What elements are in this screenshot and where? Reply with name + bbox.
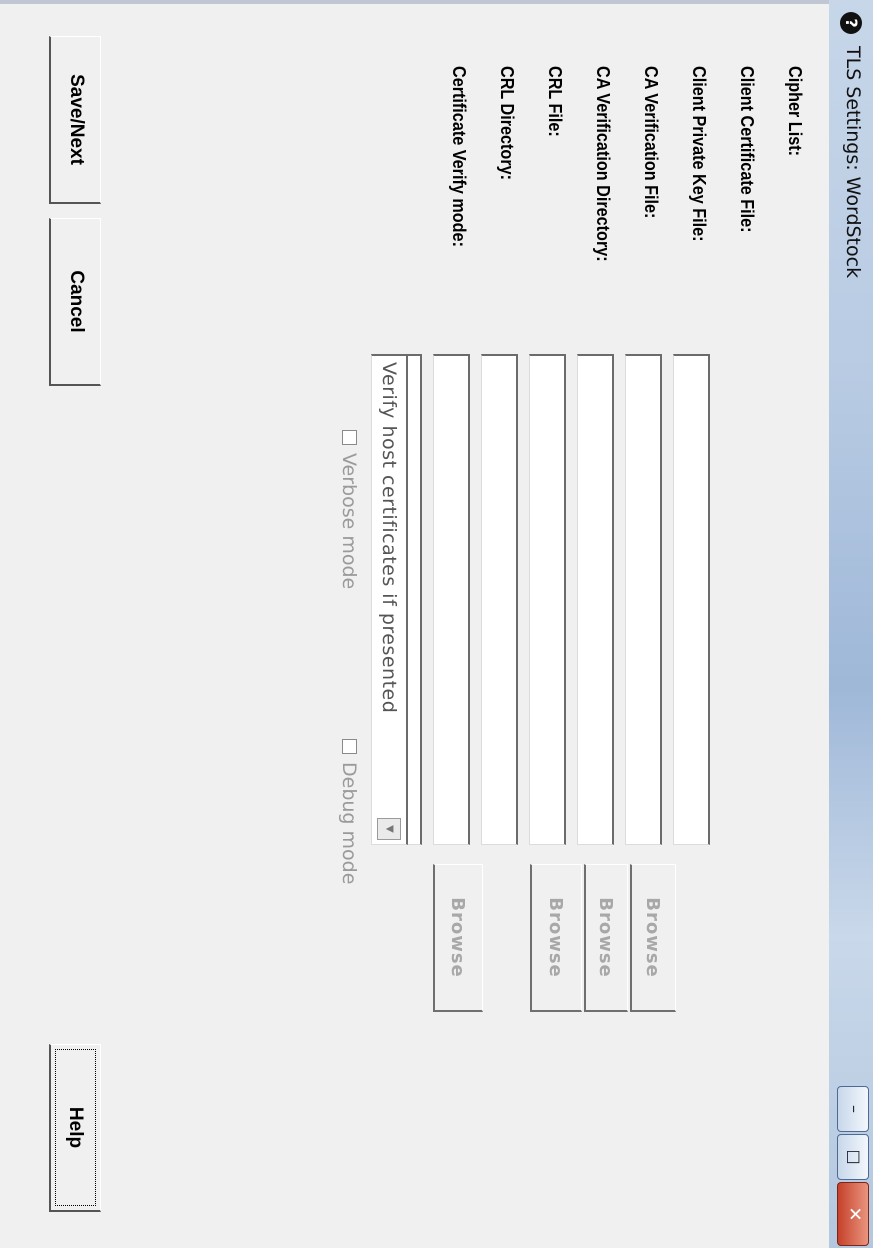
verify-mode-select[interactable]: Verify host certificates if presented ▼ [371, 354, 408, 845]
chevron-down-icon[interactable]: ▼ [377, 818, 401, 840]
ca-verification-directory-label: CA Verification Directory: [593, 66, 613, 262]
help-button[interactable]: Help [49, 1044, 101, 1212]
client-certificate-file-input[interactable] [625, 354, 662, 845]
crl-directory-label: CRL Directory: [497, 66, 517, 181]
ca-verification-file-browse-button[interactable]: Browse [530, 864, 582, 1012]
certificate-verify-mode-label: Certificate Verify mode: [449, 66, 469, 247]
cancel-button[interactable]: Cancel [49, 218, 101, 386]
client-private-key-browse-button[interactable]: Browse [584, 864, 628, 1012]
client-certificate-file-label: Client Certificate File: [737, 66, 757, 233]
close-button[interactable]: ✕ [837, 1182, 869, 1246]
minimize-button[interactable]: – [837, 1086, 869, 1132]
help-icon: ? [840, 12, 862, 34]
verify-mode-value: Verify host certificates if presented [378, 362, 400, 714]
debug-mode-label: Debug mode [338, 762, 360, 885]
tls-settings-window: ? TLS Settings: WordStock – □ ✕ Cipher L… [0, 0, 873, 1248]
verbose-mode-label: Verbose mode [338, 453, 360, 590]
ca-verification-directory-input[interactable] [481, 354, 518, 845]
ca-verification-file-label: CA Verification File: [641, 66, 661, 219]
client-private-key-file-label: Client Private Key File: [689, 66, 709, 242]
window-title: TLS Settings: WordStock [842, 46, 864, 279]
verbose-mode-checkbox[interactable]: Verbose mode [338, 430, 360, 589]
save-next-button[interactable]: Save/Next [49, 36, 101, 204]
maximize-button[interactable]: □ [837, 1134, 869, 1180]
crl-file-browse-button[interactable]: Browse [433, 864, 483, 1012]
cipher-list-input[interactable] [673, 354, 710, 845]
ca-verification-file-input[interactable] [529, 354, 566, 845]
crl-file-label: CRL File: [545, 66, 565, 137]
client-private-key-file-input[interactable] [577, 354, 614, 845]
verbose-mode-checkbox-box[interactable] [342, 430, 357, 445]
debug-mode-checkbox[interactable]: Debug mode [338, 739, 360, 884]
cipher-list-label: Cipher List: [785, 66, 805, 157]
client-certificate-browse-button[interactable]: Browse [630, 864, 676, 1012]
dialog-body: Cipher List: Client Certificate File: Cl… [0, 0, 829, 1248]
help-button-label: Help [55, 1049, 96, 1206]
crl-file-input[interactable] [433, 354, 470, 845]
debug-mode-checkbox-box[interactable] [342, 739, 357, 754]
title-bar[interactable]: ? TLS Settings: WordStock – □ ✕ [828, 0, 873, 1248]
